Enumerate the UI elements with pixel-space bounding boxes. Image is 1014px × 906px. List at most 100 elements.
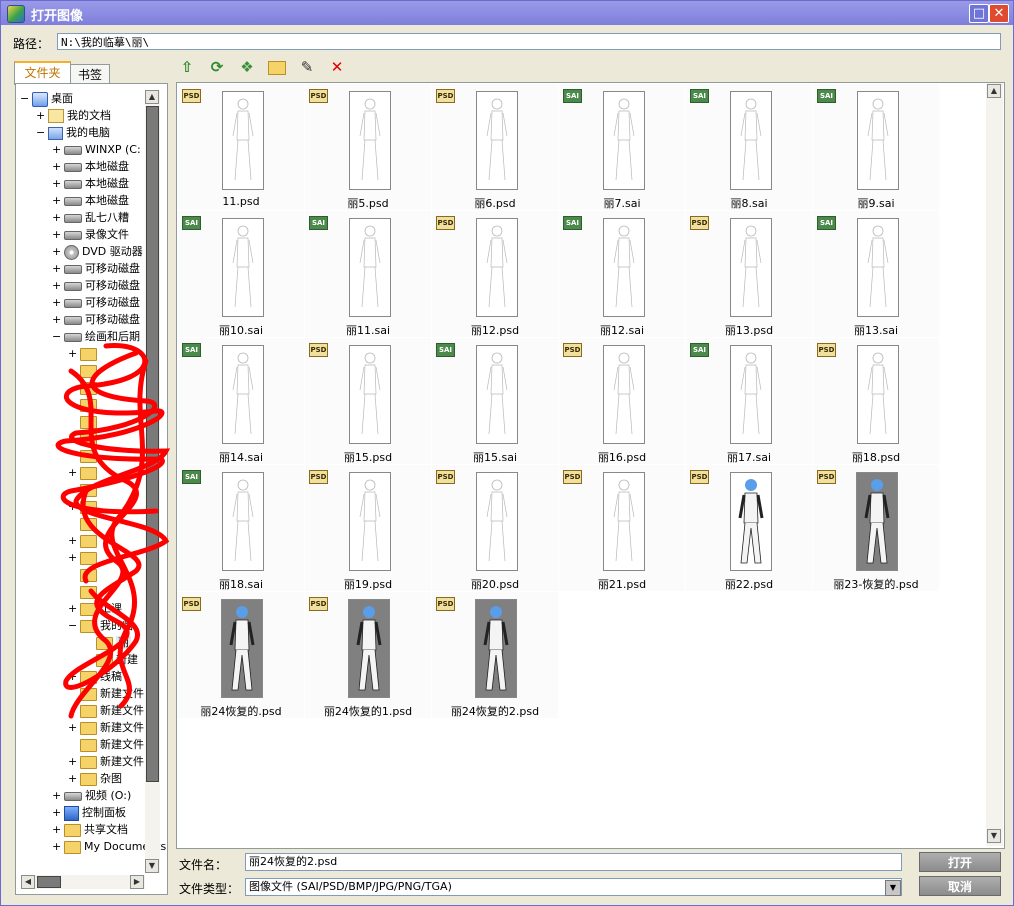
file-thumbnail[interactable]: PSD 丽5.psd [305,84,431,210]
file-thumbnail[interactable]: PSD 11.psd [178,84,304,210]
tree-item[interactable]: 可移动磁盘 [64,277,140,294]
tree-expander-icon[interactable]: − [20,90,29,107]
file-thumbnail[interactable]: PSD 丽21.psd [559,465,685,591]
file-thumbnail[interactable]: PSD 丽24恢复的.psd [178,592,304,718]
refresh-icon[interactable]: ⟳ [207,57,227,77]
close-button[interactable]: ✕ [989,4,1009,23]
tab-bookmarks[interactable]: 书签 [70,64,110,85]
tree-item[interactable]: 录像文件 [64,226,129,243]
tree-item[interactable]: 乱七八糟 [64,209,129,226]
scroll-down-icon[interactable]: ▼ [145,859,159,873]
tree-item[interactable] [80,396,100,413]
tree-item[interactable]: DVD 驱动器 [64,243,143,260]
tree-item[interactable] [80,498,100,515]
tab-folders[interactable]: 文件夹 [14,61,71,85]
file-thumbnail[interactable]: SAI 丽10.sai [178,211,304,337]
tree-expander-icon[interactable]: + [68,464,77,481]
file-thumbnail[interactable]: SAI 丽8.sai [686,84,812,210]
tree-item[interactable] [80,379,100,396]
scroll-left-icon[interactable]: ◀ [21,875,35,889]
tree-expander-icon[interactable]: + [68,430,77,447]
scroll-right-icon[interactable]: ▶ [130,875,144,889]
tree-item[interactable] [80,464,100,481]
file-thumbnail[interactable]: PSD 丽6.psd [432,84,558,210]
tree-expander-icon[interactable]: + [68,770,77,787]
hscroll-thumb[interactable] [37,876,61,888]
tree-item[interactable]: 绘画和后期 [64,328,140,345]
tree-item[interactable]: 我的临 [80,617,133,634]
file-thumbnail[interactable]: SAI 丽18.sai [178,465,304,591]
file-thumbnail[interactable]: SAI 丽14.sai [178,338,304,464]
tree-expander-icon[interactable]: − [36,124,45,141]
file-thumbnail[interactable]: SAI 丽12.sai [559,211,685,337]
tree-expander-icon[interactable]: + [68,498,77,515]
file-thumbnail[interactable]: SAI 丽15.sai [432,338,558,464]
tree-item[interactable] [80,413,100,430]
tree-item[interactable] [80,430,100,447]
file-thumbnail[interactable]: PSD 丽23-恢复的.psd [813,465,939,591]
tree-item[interactable]: 新建文件 [80,736,144,753]
tree-item[interactable]: 工课 [80,600,122,617]
tree-expander-icon[interactable]: + [52,209,61,226]
tree-item[interactable]: 新建 [96,651,138,668]
tree-item[interactable] [80,447,100,464]
tree-expander-icon[interactable]: + [52,311,61,328]
rename-icon[interactable]: ✎ [297,57,317,77]
grid-scroll-up-icon[interactable]: ▲ [987,84,1001,98]
file-thumbnail[interactable]: SAI 丽7.sai [559,84,685,210]
tree-item[interactable]: WINXP (C: [64,141,141,158]
tree-expander-icon[interactable]: + [52,838,61,855]
file-thumbnail[interactable]: SAI 丽13.sai [813,211,939,337]
tree-item[interactable] [80,549,100,566]
tree-item[interactable] [80,583,100,600]
tree-item[interactable]: 共享文档 [64,821,128,838]
tree-item[interactable]: 可移动磁盘 [64,260,140,277]
file-thumbnail[interactable]: PSD 丽18.psd [813,338,939,464]
tree-item[interactable] [80,566,100,583]
tree-item[interactable]: 本地磁盘 [64,175,129,192]
bookmark-icon[interactable]: ❖ [237,57,257,77]
tree-expander-icon[interactable]: + [52,294,61,311]
tree-item[interactable]: 可移动磁盘 [64,294,140,311]
tree-expander-icon[interactable]: + [52,158,61,175]
file-thumbnail[interactable]: PSD 丽13.psd [686,211,812,337]
new-folder-icon[interactable] [267,57,287,77]
tree-expander-icon[interactable]: + [52,243,61,260]
delete-icon[interactable]: ✕ [327,57,347,77]
grid-scrollbar[interactable]: ▲ ▼ [986,83,1003,846]
tree-expander-icon[interactable]: − [68,617,77,634]
maximize-button[interactable]: □ [969,4,989,23]
tree-item[interactable] [80,532,100,549]
cancel-button[interactable]: 取消 [919,876,1001,896]
tree-item[interactable]: 新建文件 [80,719,144,736]
tree-expander-icon[interactable]: + [52,787,61,804]
file-thumbnail[interactable]: PSD 丽24恢复的2.psd [432,592,558,718]
tree-scrollbar[interactable]: ▲ ▼ [145,90,160,873]
tree-hscrollbar[interactable]: ◀ ▶ [21,875,145,889]
tree-expander-icon[interactable]: + [68,532,77,549]
tree-item[interactable]: 控制面板 [64,804,126,821]
chevron-down-icon[interactable]: ▼ [885,880,901,896]
tree-expander-icon[interactable]: + [68,668,77,685]
tree-item[interactable]: 可移动磁盘 [64,311,140,328]
tree-item[interactable] [80,481,100,498]
tree-expander-icon[interactable]: + [52,277,61,294]
filetype-select[interactable]: 图像文件 (SAI/PSD/BMP/JPG/PNG/TGA) [245,878,902,896]
tree-expander-icon[interactable]: + [68,549,77,566]
tree-expander-icon[interactable]: + [52,141,61,158]
tree-item[interactable]: 新建文件 [80,753,144,770]
tree-expander-icon[interactable]: − [52,328,61,345]
tree-expander-icon[interactable]: + [52,175,61,192]
tree-expander-icon[interactable]: + [52,260,61,277]
file-thumbnail[interactable]: PSD 丽24恢复的1.psd [305,592,431,718]
tree-item[interactable]: 新建文件 [80,685,144,702]
scrollbar-thumb[interactable] [146,106,159,782]
tree-expander-icon[interactable]: + [68,345,77,362]
tree-expander-icon[interactable]: + [68,719,77,736]
tree-expander-icon[interactable]: + [52,804,61,821]
tree-expander-icon[interactable]: + [52,192,61,209]
file-thumbnail[interactable]: SAI 丽11.sai [305,211,431,337]
up-folder-icon[interactable]: ⇧ [177,57,197,77]
tree-item[interactable] [80,345,100,362]
tree-item[interactable]: 我的文档 [48,107,111,124]
